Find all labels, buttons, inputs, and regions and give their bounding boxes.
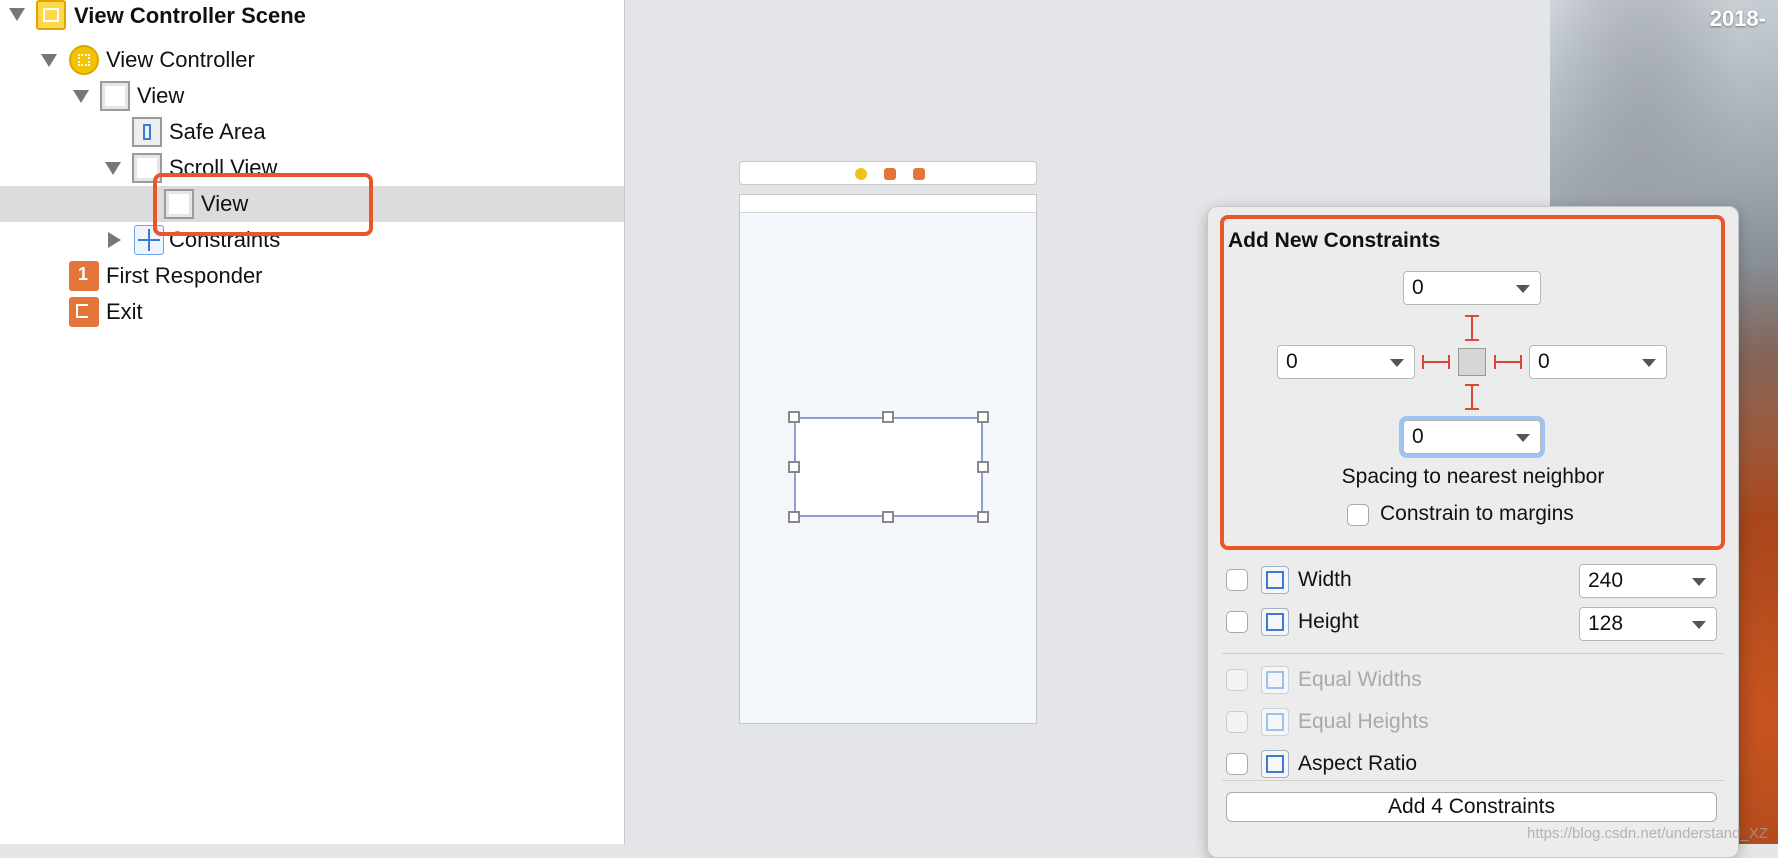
outline-row-view[interactable]: View (0, 78, 624, 114)
width-dropdown[interactable]: 240 (1579, 564, 1717, 598)
resize-handle[interactable] (977, 461, 989, 473)
width-checkbox[interactable] (1226, 569, 1248, 591)
resize-handle[interactable] (882, 511, 894, 523)
equal-widths-icon (1261, 666, 1289, 694)
first-responder-icon[interactable] (884, 168, 896, 180)
width-value: 240 (1588, 569, 1624, 592)
equal-heights-checkbox[interactable] (1226, 711, 1248, 733)
outline-row-view-controller[interactable]: View Controller (0, 42, 624, 78)
height-label: Height (1298, 610, 1359, 633)
equal-widths-checkbox[interactable] (1226, 669, 1248, 691)
equal-heights-label: Equal Heights (1298, 710, 1429, 733)
outline-row-scene[interactable]: View Controller Scene (0, 0, 624, 34)
scene-label: View Controller Scene (74, 3, 306, 28)
scene-status-bar (740, 195, 1036, 213)
outline-row-first-responder[interactable]: First Responder (0, 258, 624, 294)
resize-handle[interactable] (788, 511, 800, 523)
resize-handle[interactable] (977, 411, 989, 423)
height-dropdown[interactable]: 128 (1579, 607, 1717, 641)
scene-dock[interactable] (739, 161, 1037, 185)
disclosure-triangle-down-icon[interactable] (41, 54, 57, 67)
width-constraint-icon (1261, 566, 1289, 594)
chevron-down-icon (1692, 621, 1706, 629)
width-label: Width (1298, 568, 1352, 591)
exit-icon (69, 297, 99, 327)
equal-widths-label: Equal Widths (1298, 668, 1422, 691)
equal-heights-icon (1261, 708, 1289, 736)
view-label: View (137, 83, 185, 108)
annotation-highlight-box (153, 173, 373, 236)
disclosure-triangle-down-icon[interactable] (9, 8, 25, 21)
disclosure-triangle-down-icon[interactable] (73, 90, 89, 103)
height-checkbox[interactable] (1226, 611, 1248, 633)
height-constraint-icon (1261, 608, 1289, 636)
height-value: 128 (1588, 612, 1624, 635)
outline-row-safe-area[interactable]: Safe Area (0, 114, 624, 150)
exit-icon[interactable] (913, 168, 925, 180)
storyboard-scene-icon (36, 0, 66, 30)
selected-content-view[interactable] (794, 417, 983, 517)
disclosure-triangle-down-icon[interactable] (105, 162, 121, 175)
view-icon (100, 81, 130, 111)
chevron-down-icon (1692, 578, 1706, 586)
resize-handle[interactable] (882, 411, 894, 423)
desktop-clock: 2018- (1709, 6, 1766, 31)
first-responder-label: First Responder (106, 263, 263, 288)
view-controller-icon[interactable] (855, 168, 867, 180)
add-constraints-popover: Add New Constraints 0 0 0 0 Spacing to n… (1207, 206, 1739, 858)
disclosure-triangle-right-icon[interactable] (108, 232, 121, 248)
resize-handle[interactable] (788, 411, 800, 423)
aspect-ratio-icon (1261, 750, 1289, 778)
aspect-ratio-label: Aspect Ratio (1298, 752, 1418, 775)
separator (1222, 780, 1724, 781)
exit-label: Exit (106, 299, 143, 324)
resize-handle[interactable] (788, 461, 800, 473)
separator (1222, 653, 1724, 654)
resize-handle[interactable] (977, 511, 989, 523)
document-outline: View Controller Scene View Controller Vi… (0, 0, 625, 844)
watermark-text: https://blog.csdn.net/understand_XZ (1527, 825, 1768, 842)
outline-row-exit[interactable]: Exit (0, 294, 624, 330)
add-constraints-button[interactable]: Add 4 Constraints (1226, 792, 1717, 822)
view-controller-label: View Controller (106, 47, 255, 72)
annotation-highlight-box (1220, 215, 1725, 550)
safe-area-icon (132, 117, 162, 147)
view-controller-icon (69, 45, 99, 75)
safe-area-label: Safe Area (169, 119, 266, 144)
aspect-ratio-checkbox[interactable] (1226, 753, 1248, 775)
first-responder-icon (69, 261, 99, 291)
